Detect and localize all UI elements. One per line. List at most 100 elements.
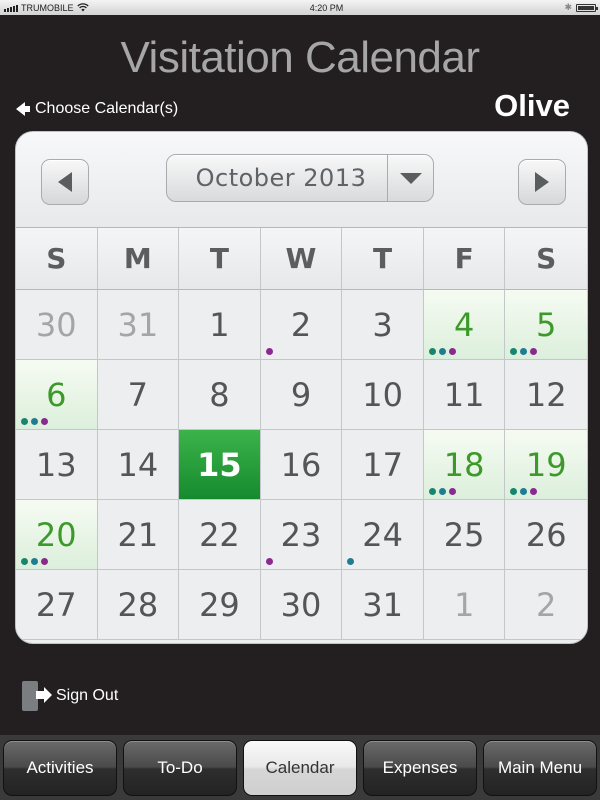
- next-month-button[interactable]: [518, 159, 566, 205]
- calendar-day[interactable]: 31: [342, 570, 424, 640]
- tab-calendar[interactable]: Calendar: [243, 740, 357, 796]
- event-dots: [21, 418, 48, 425]
- month-selector[interactable]: October 2013: [166, 154, 434, 202]
- day-number: 2: [290, 305, 312, 344]
- event-dots: [265, 348, 273, 355]
- status-right: ✱: [564, 2, 598, 13]
- weekday-header: M: [97, 228, 180, 290]
- back-arrow-icon: [16, 102, 30, 116]
- event-dots: [428, 348, 456, 355]
- day-number: 25: [443, 515, 485, 554]
- day-number: 30: [280, 585, 322, 624]
- wifi-icon: [76, 3, 89, 12]
- event-dot-teal: [520, 348, 528, 355]
- calendar-day-today[interactable]: 15: [179, 430, 261, 500]
- signal-icon: [4, 4, 18, 12]
- weekday-header: F: [423, 228, 506, 290]
- calendar-day[interactable]: 12: [505, 360, 587, 430]
- tab-to-do[interactable]: To-Do: [123, 740, 237, 796]
- day-number: 7: [127, 375, 149, 414]
- day-number: 17: [362, 445, 403, 484]
- day-number: 15: [197, 445, 242, 484]
- tab-main-menu[interactable]: Main Menu: [483, 740, 597, 796]
- calendar-day[interactable]: 31: [97, 290, 180, 360]
- calendar-day[interactable]: 24: [342, 500, 424, 570]
- sign-out-button[interactable]: Sign Out: [20, 681, 118, 711]
- calendar-day[interactable]: 22: [179, 500, 261, 570]
- day-number: 30: [35, 305, 77, 344]
- day-number: 18: [443, 445, 485, 484]
- event-dot-green: [510, 348, 518, 355]
- tab-activities[interactable]: Activities: [3, 740, 117, 796]
- prev-month-button[interactable]: [41, 159, 89, 205]
- calendar-day[interactable]: 21: [97, 500, 180, 570]
- calendar-day[interactable]: 2: [260, 290, 343, 360]
- event-dot-purple: [448, 488, 456, 495]
- day-number: 11: [443, 375, 485, 414]
- day-number: 8: [209, 375, 230, 414]
- calendar-day[interactable]: 7: [97, 360, 180, 430]
- day-number: 9: [290, 375, 312, 414]
- calendar-day[interactable]: 10: [342, 360, 424, 430]
- calendar-day[interactable]: 13: [16, 430, 98, 500]
- calendar-day[interactable]: 26: [505, 500, 587, 570]
- calendar-day[interactable]: 18: [423, 430, 506, 500]
- calendar-day[interactable]: 14: [97, 430, 180, 500]
- day-number: 19: [525, 445, 567, 484]
- calendar-day[interactable]: 8: [179, 360, 261, 430]
- chevron-down-icon: [399, 172, 422, 184]
- calendar-day[interactable]: 5: [505, 290, 587, 360]
- page-title: Visitation Calendar: [120, 33, 480, 82]
- calendar-day[interactable]: 30: [260, 570, 343, 640]
- calendar-day[interactable]: 9: [260, 360, 343, 430]
- calendar-day[interactable]: 19: [505, 430, 587, 500]
- event-dots: [21, 558, 48, 565]
- calendar-day[interactable]: 25: [423, 500, 506, 570]
- calendar-day[interactable]: 29: [179, 570, 261, 640]
- calendar-day[interactable]: 11: [423, 360, 506, 430]
- status-bar: TRUMOBILE 4:20 PM ✱: [0, 0, 600, 15]
- calendar-day[interactable]: 1: [179, 290, 261, 360]
- day-number: 16: [280, 445, 322, 484]
- event-dots: [510, 348, 538, 355]
- tab-expenses[interactable]: Expenses: [363, 740, 477, 796]
- event-dots: [428, 488, 456, 495]
- month-label: October 2013: [195, 164, 367, 192]
- calendar-day[interactable]: 30: [16, 290, 98, 360]
- event-dot-purple: [265, 558, 273, 565]
- day-number: 1: [209, 305, 230, 344]
- day-number: 31: [362, 585, 403, 624]
- event-dots: [265, 558, 273, 565]
- chevron-left-icon: [58, 172, 72, 192]
- day-number: 4: [453, 305, 475, 344]
- weekday-header: S: [505, 228, 587, 290]
- event-dot-purple: [530, 348, 538, 355]
- day-number: 1: [453, 585, 475, 624]
- calendar-grid: S M T W T F S 30 31 1 2 3 4 5 6 7 8 9 10 11 12 13 14 15 16 17 18 19…: [16, 227, 587, 640]
- calendar-day[interactable]: 20: [16, 500, 98, 570]
- calendar-card: October 2013 S M T W T F S 30 31 1 2 3 4 5 6 7 8 9 10 11 12 1…: [15, 131, 588, 644]
- calendar-day[interactable]: 1: [423, 570, 506, 640]
- day-number: 26: [525, 515, 567, 554]
- day-number: 23: [280, 515, 322, 554]
- calendar-day[interactable]: 6: [16, 360, 98, 430]
- event-dot-teal: [347, 558, 355, 565]
- day-number: 24: [362, 515, 403, 554]
- weekday-header: T: [179, 228, 261, 290]
- sign-out-icon: [20, 681, 52, 711]
- choose-calendars-link[interactable]: Choose Calendar(s): [16, 100, 178, 118]
- calendar-day[interactable]: 28: [97, 570, 180, 640]
- month-dropdown-button[interactable]: [387, 155, 433, 201]
- calendar-day[interactable]: 27: [16, 570, 98, 640]
- calendar-day[interactable]: 2: [505, 570, 587, 640]
- calendar-day[interactable]: 23: [260, 500, 343, 570]
- calendar-day[interactable]: 16: [260, 430, 343, 500]
- calendar-day[interactable]: 17: [342, 430, 424, 500]
- event-dot-purple: [448, 348, 456, 355]
- child-name: Olive: [494, 88, 570, 123]
- calendar-day[interactable]: 3: [342, 290, 424, 360]
- calendar-day[interactable]: 4: [423, 290, 506, 360]
- day-number: 14: [117, 445, 159, 484]
- tab-bar: Activities To-Do Calendar Expenses Main Menu: [0, 735, 600, 800]
- day-number: 31: [117, 305, 159, 344]
